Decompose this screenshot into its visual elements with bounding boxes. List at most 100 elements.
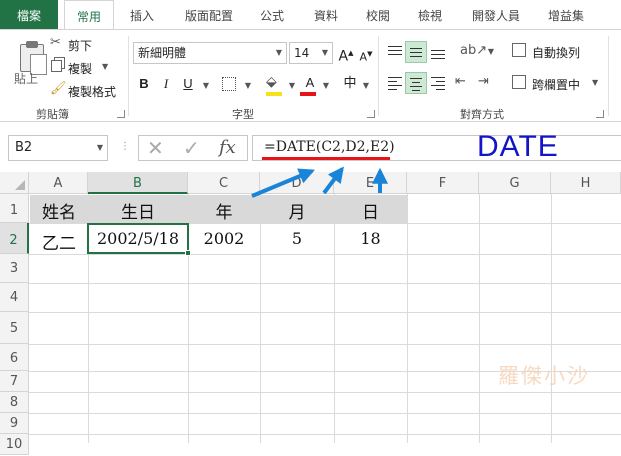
underline-dropdown-icon[interactable]: ▼ <box>196 76 216 96</box>
font-launcher-icon[interactable] <box>367 110 375 118</box>
cell-c2[interactable]: 2002 <box>188 229 260 248</box>
align-center-button[interactable] <box>405 72 427 94</box>
column-header-h[interactable]: H <box>551 172 621 194</box>
column-header-d[interactable]: D <box>260 172 334 194</box>
cut-label: 剪下 <box>68 39 93 53</box>
row-header-3[interactable]: 3 <box>0 254 29 283</box>
paste-button[interactable]: 貼上 <box>6 34 47 92</box>
ribbon-home: 貼上 ✂ 剪下 複製 ▼ 🖌 複製格式 剪貼簿 新細明體 ▼ 14 ▼ A▲ A… <box>0 29 621 122</box>
merge-dropdown-icon[interactable]: ▼ <box>592 78 598 87</box>
shrink-font-icon: A <box>359 50 368 64</box>
fill-color-swatch <box>266 92 282 96</box>
paintbrush-icon: 🖌 <box>50 81 67 96</box>
row-header-9[interactable]: 9 <box>0 413 29 434</box>
italic-button[interactable]: I <box>156 74 176 94</box>
row-header-7[interactable]: 7 <box>0 371 29 392</box>
decrease-indent-icon[interactable]: ⇤ <box>455 74 466 89</box>
row-header-1[interactable]: 1 <box>0 194 29 223</box>
tab-formulas[interactable]: 公式 <box>252 0 292 29</box>
column-header-b[interactable]: B <box>88 172 188 194</box>
cut-button[interactable]: ✂ 剪下 <box>50 35 110 53</box>
bold-button[interactable]: B <box>134 74 154 94</box>
select-all-button[interactable] <box>0 172 29 194</box>
group-divider <box>378 36 379 116</box>
shrink-font-button[interactable]: A▼ <box>356 44 376 64</box>
tab-home[interactable]: 常用 <box>64 0 114 30</box>
tab-file[interactable]: 檔案 <box>0 0 58 29</box>
format-painter-button[interactable]: 🖌 複製格式 <box>50 81 120 99</box>
cell-d1[interactable]: 月 <box>260 198 334 223</box>
borders-icon[interactable] <box>222 77 236 91</box>
font-color-dropdown-icon[interactable]: ▼ <box>316 76 336 96</box>
cell-a2[interactable]: 乙二 <box>30 229 88 254</box>
fill-color-icon[interactable]: ⬙ <box>266 74 277 90</box>
wrap-text-label: 自動換列 <box>532 46 581 60</box>
cell-e1[interactable]: 日 <box>334 198 407 223</box>
cell-e2[interactable]: 18 <box>334 229 407 248</box>
fill-dropdown-icon[interactable]: ▼ <box>282 76 302 96</box>
row-header-8[interactable]: 8 <box>0 392 29 413</box>
formula-text: =DATE(C2,D2,E2) <box>264 139 395 155</box>
column-header-a[interactable]: A <box>29 172 88 194</box>
row-header-4[interactable]: 4 <box>0 283 29 312</box>
group-divider <box>128 36 129 116</box>
cell-a1[interactable]: 姓名 <box>30 198 88 223</box>
font-size-select[interactable]: 14 ▼ <box>289 42 333 64</box>
insert-function-icon[interactable]: fx <box>219 137 236 158</box>
cell-c1[interactable]: 年 <box>188 198 260 223</box>
formula-bar-grip-icon[interactable]: ⋮ <box>120 141 130 152</box>
tab-review[interactable]: 校閱 <box>358 0 398 29</box>
font-color-swatch <box>300 92 316 96</box>
chevron-down-icon: ▼ <box>321 48 329 57</box>
cell-d2[interactable]: 5 <box>260 229 334 248</box>
column-header-c[interactable]: C <box>188 172 260 194</box>
tab-page-layout[interactable]: 版面配置 <box>178 0 240 29</box>
increase-indent-icon[interactable]: ⇥ <box>478 74 489 89</box>
row-header-2[interactable]: 2 <box>0 223 29 254</box>
column-header-g[interactable]: G <box>479 172 551 194</box>
grow-font-button[interactable]: A▲ <box>336 43 356 65</box>
tab-view[interactable]: 檢視 <box>410 0 450 29</box>
merge-cells-icon <box>512 75 526 89</box>
underline-button[interactable]: U <box>178 74 198 94</box>
alignment-launcher-icon[interactable] <box>596 110 604 118</box>
row-header-10[interactable]: 10 <box>0 434 29 455</box>
align-middle-button[interactable] <box>405 41 427 63</box>
name-box[interactable]: B2 ▼ <box>8 135 108 161</box>
chevron-down-icon: ▼ <box>275 48 283 57</box>
cancel-icon[interactable]: ✕ <box>147 136 164 160</box>
worksheet-grid[interactable]: A B C D E F G H 1 2 3 4 5 6 7 8 9 10 姓名 … <box>0 172 621 455</box>
copy-button[interactable]: 複製 ▼ <box>50 58 116 76</box>
tab-insert[interactable]: 插入 <box>122 0 162 29</box>
cell-b1[interactable]: 生日 <box>88 198 188 223</box>
column-header-f[interactable]: F <box>407 172 479 194</box>
align-bottom-button[interactable] <box>427 41 449 63</box>
tab-addins[interactable]: 增益集 <box>540 0 592 29</box>
wrap-text-button[interactable]: 自動換列 <box>512 42 612 60</box>
borders-dropdown-icon[interactable]: ▼ <box>238 76 258 96</box>
clipboard-launcher-icon[interactable] <box>117 110 125 118</box>
group-divider <box>608 36 609 116</box>
align-right-button[interactable] <box>427 72 449 94</box>
row-header-6[interactable]: 6 <box>0 344 29 371</box>
name-box-value: B2 <box>15 140 33 155</box>
merge-center-button[interactable]: 跨欄置中 ▼ <box>512 74 612 92</box>
row-header-5[interactable]: 5 <box>0 312 29 344</box>
enter-check-icon[interactable]: ✓ <box>183 136 200 160</box>
font-size-value: 14 <box>294 46 310 60</box>
merge-center-label: 跨欄置中 <box>532 78 581 92</box>
font-name-select[interactable]: 新細明體 ▼ <box>133 42 287 64</box>
paste-label: 貼上 <box>14 72 39 86</box>
orientation-dropdown-icon[interactable]: ▼ <box>481 42 501 62</box>
chevron-down-icon: ▼ <box>96 143 103 152</box>
tab-developer[interactable]: 開發人員 <box>464 0 528 29</box>
phonetic-dropdown-icon[interactable]: ▼ <box>356 76 376 96</box>
align-top-button[interactable] <box>384 41 406 63</box>
align-left-button[interactable] <box>384 72 406 94</box>
column-header-e[interactable]: E <box>334 172 407 194</box>
fill-handle[interactable] <box>185 250 191 256</box>
tab-data[interactable]: 資料 <box>306 0 346 29</box>
copy-dropdown-icon[interactable]: ▼ <box>102 62 108 71</box>
formula-underline-annotation <box>262 157 390 160</box>
font-name-value: 新細明體 <box>138 46 187 60</box>
